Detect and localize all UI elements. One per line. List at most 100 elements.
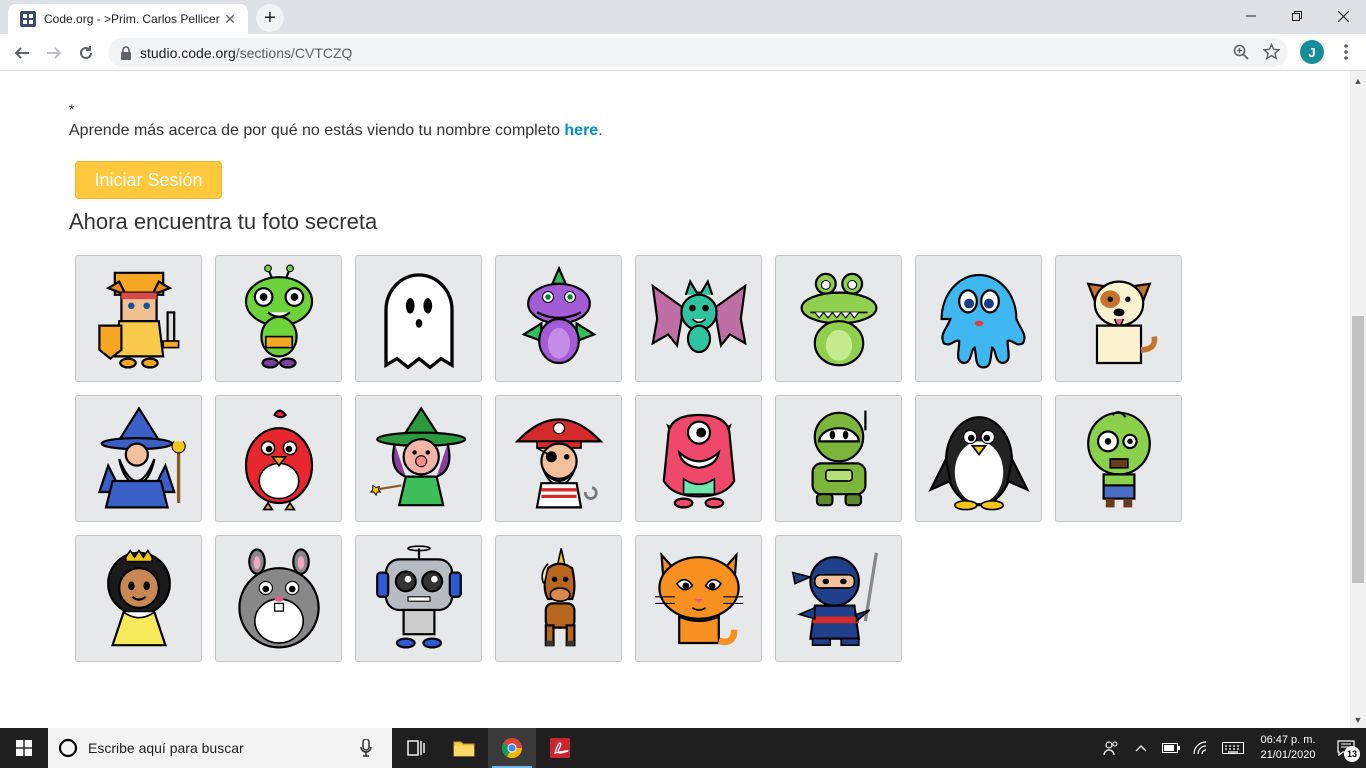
- system-tray: 06:47 p. m. 21/01/2020 13: [1096, 728, 1366, 768]
- picture-tile-octopus[interactable]: [915, 255, 1042, 382]
- search-placeholder: Escribe aquí para buscar: [88, 740, 244, 756]
- robot-icon: [375, 544, 462, 648]
- maximize-button[interactable]: [1274, 0, 1320, 32]
- here-link[interactable]: here: [564, 122, 598, 139]
- picture-tile-ghost[interactable]: [355, 255, 482, 382]
- picture-tile-bird[interactable]: [215, 395, 342, 522]
- picture-tile-unicorn[interactable]: [495, 535, 622, 662]
- princess-icon: [106, 548, 171, 646]
- scrollbar-thumb[interactable]: [1352, 316, 1364, 583]
- windows-taskbar: Escribe aquí para buscar 06:47 p. m. 21/…: [0, 728, 1366, 768]
- picture-tile-dog[interactable]: [1055, 255, 1182, 382]
- close-tab-icon[interactable]: ✕: [222, 11, 238, 27]
- forward-button[interactable]: [40, 39, 68, 67]
- profile-avatar[interactable]: J: [1300, 40, 1324, 64]
- wizard-icon: [97, 405, 186, 508]
- crocodile-icon: [800, 272, 877, 366]
- browser-menu-button[interactable]: [1336, 40, 1356, 64]
- file-explorer-button[interactable]: [440, 728, 488, 768]
- taskbar-search[interactable]: Escribe aquí para buscar: [48, 728, 392, 768]
- task-view-button[interactable]: [392, 728, 440, 768]
- clock[interactable]: 06:47 p. m. 21/01/2020: [1250, 733, 1326, 763]
- zoom-icon[interactable]: [1233, 44, 1249, 60]
- chrome-taskbar-button[interactable]: [488, 728, 536, 768]
- battery-button[interactable]: [1156, 728, 1186, 768]
- pdf-icon: [550, 738, 570, 758]
- knight-icon: [97, 271, 179, 368]
- url-path: /sections/CVTCZQ: [235, 44, 353, 61]
- picture-tile-bat[interactable]: [635, 255, 762, 382]
- browser-tab-strip: Code.org - >Prim. Carlos Pellicer ✕ +: [0, 0, 1366, 34]
- picture-tile-dragon[interactable]: [495, 255, 622, 382]
- browser-toolbar: studio.code.org/sections/CVTCZQ: [0, 34, 1366, 71]
- dog-icon: [1086, 280, 1157, 364]
- scroll-up-icon[interactable]: ▲: [1350, 73, 1366, 89]
- name-info-text: Aprende más acerca de por qué no estás v…: [69, 122, 603, 140]
- picture-tile-princess[interactable]: [75, 535, 202, 662]
- picture-tile-knight[interactable]: [75, 255, 202, 382]
- info-text: Aprende más acerca de por qué no estás v…: [69, 122, 565, 139]
- microphone-icon[interactable]: [360, 739, 372, 757]
- code-org-favicon: [20, 11, 36, 27]
- minimize-icon: [1246, 15, 1256, 17]
- arrow-left-icon: [14, 47, 29, 59]
- picture-tile-cat[interactable]: [635, 535, 762, 662]
- show-hidden-icons-button[interactable]: [1126, 728, 1156, 768]
- network-button[interactable]: [1186, 728, 1216, 768]
- task-view-icon: [407, 740, 425, 756]
- address-bar[interactable]: studio.code.org/sections/CVTCZQ: [108, 38, 1288, 67]
- picture-tile-zombie[interactable]: [1055, 395, 1182, 522]
- scroll-down-icon[interactable]: ▼: [1350, 712, 1366, 728]
- minimize-button[interactable]: [1228, 0, 1274, 32]
- picture-tile-wizard[interactable]: [75, 395, 202, 522]
- picture-tile-crocodile[interactable]: [775, 255, 902, 382]
- sign-in-button[interactable]: Iniciar Sesión: [75, 161, 222, 199]
- picture-tile-monster[interactable]: [635, 395, 762, 522]
- browser-tab[interactable]: Code.org - >Prim. Carlos Pellicer ✕: [8, 4, 248, 34]
- tab-title: Code.org - >Prim. Carlos Pellicer: [44, 12, 220, 26]
- clock-time: 06:47 p. m.: [1260, 734, 1316, 746]
- action-center-button[interactable]: 13: [1326, 728, 1366, 768]
- close-icon: [1337, 10, 1349, 22]
- witch-icon: [369, 405, 466, 506]
- acrobat-taskbar-button[interactable]: [536, 728, 584, 768]
- start-button[interactable]: [0, 728, 48, 768]
- star-icon[interactable]: [1263, 43, 1280, 60]
- keyboard-icon: [1222, 742, 1244, 754]
- pirate-icon: [514, 417, 603, 508]
- plus-icon: +: [264, 7, 276, 29]
- info-end: .: [598, 122, 603, 139]
- picture-tile-pirate[interactable]: [495, 395, 622, 522]
- arrow-right-icon: [47, 47, 62, 59]
- more-vert-icon: [1344, 44, 1348, 60]
- picture-tile-green-robot[interactable]: [775, 395, 902, 522]
- restore-icon: [1292, 11, 1302, 21]
- reload-button[interactable]: [72, 39, 100, 67]
- picture-tile-robot[interactable]: [355, 535, 482, 662]
- picture-tile-ninja[interactable]: [775, 535, 902, 662]
- picture-tile-alien[interactable]: [215, 255, 342, 382]
- close-window-button[interactable]: [1320, 0, 1366, 32]
- secret-picture-heading: Ahora encuentra tu foto secreta: [69, 209, 378, 234]
- back-button[interactable]: [8, 39, 36, 67]
- folder-icon: [453, 741, 475, 757]
- monster-icon: [662, 413, 735, 508]
- reload-icon: [80, 46, 92, 59]
- people-icon: [1103, 741, 1118, 756]
- clock-date: 21/01/2020: [1260, 749, 1316, 761]
- notification-count-badge: 13: [1344, 746, 1360, 762]
- picture-tile-witch[interactable]: [355, 395, 482, 522]
- cortana-icon: [58, 738, 78, 758]
- picture-tile-hamster[interactable]: [215, 535, 342, 662]
- ghost-icon: [383, 272, 454, 370]
- unicorn-icon: [540, 547, 575, 646]
- people-button[interactable]: [1096, 728, 1126, 768]
- url-text: studio.code.org/sections/CVTCZQ: [140, 45, 352, 61]
- battery-icon: [1162, 743, 1180, 753]
- url-host: studio.code.org: [140, 44, 236, 61]
- picture-tile-penguin[interactable]: [915, 395, 1042, 522]
- new-tab-button[interactable]: +: [256, 4, 284, 32]
- alien-icon: [244, 264, 313, 368]
- chevron-up-icon: [1135, 745, 1147, 752]
- keyboard-button[interactable]: [1216, 728, 1250, 768]
